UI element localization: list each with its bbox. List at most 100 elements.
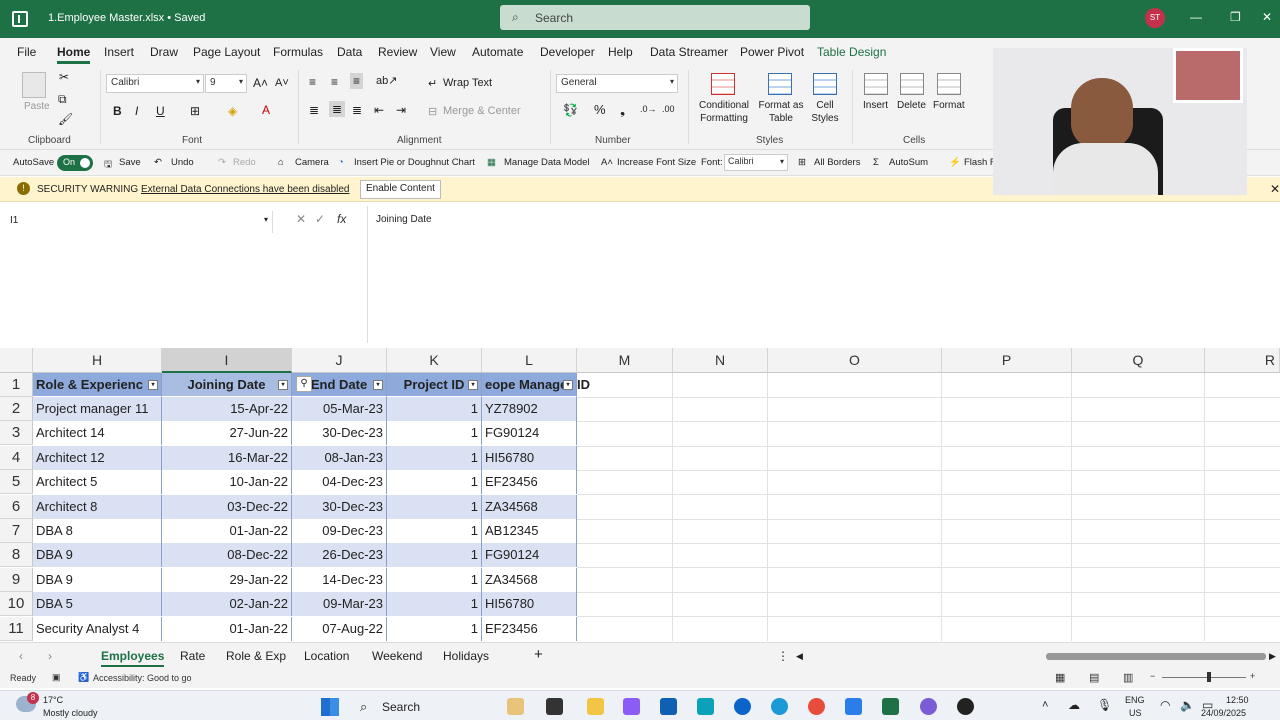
taskbar-search[interactable]: Search <box>382 700 420 714</box>
table-cell-end[interactable]: 30-Dec-23 <box>292 494 387 519</box>
copy-icon[interactable]: ⧉ <box>58 92 67 107</box>
format-as-table-button[interactable]: Format as Table <box>756 99 806 125</box>
column-header-h[interactable]: H <box>33 348 162 373</box>
page-break-view-icon[interactable]: ▥ <box>1123 671 1133 684</box>
sheet-tab-weekend[interactable]: Weekend <box>372 649 422 663</box>
table-cell-pid[interactable]: 1 <box>387 397 482 421</box>
scroll-left-icon[interactable]: ‹ <box>19 649 23 663</box>
outlook-icon[interactable] <box>660 698 677 715</box>
align-bottom-icon[interactable]: ≡ <box>350 73 364 89</box>
align-left-icon[interactable]: ≣ <box>309 103 319 117</box>
increase-font-size-button[interactable]: Increase Font Size <box>617 157 696 168</box>
column-header-m[interactable]: M <box>577 348 673 373</box>
file-explorer-icon[interactable] <box>587 698 604 715</box>
table-cell-role[interactable]: Security Analyst 4 <box>33 616 162 641</box>
menu-insert[interactable]: Insert <box>104 45 134 59</box>
column-header-l[interactable]: L <box>482 348 577 373</box>
filter-dropdown-icon[interactable]: ▾ <box>148 380 158 390</box>
zoom-slider[interactable] <box>1162 677 1246 678</box>
table-cell-mgr[interactable]: AB12345 <box>482 519 577 543</box>
table-cell-join[interactable]: 03-Dec-22 <box>162 494 292 519</box>
table-cell-end[interactable]: 05-Mar-23 <box>292 397 387 421</box>
table-cell-mgr[interactable]: HI56780 <box>482 445 577 470</box>
cell-styles-icon[interactable] <box>813 73 837 95</box>
manage-data-model-button[interactable]: Manage Data Model <box>504 157 590 168</box>
avatar[interactable]: ST <box>1145 8 1165 28</box>
sheet-tab-employees[interactable]: Employees <box>101 649 165 667</box>
table-cell-join[interactable]: 29-Jan-22 <box>162 567 292 592</box>
insert-pie-button[interactable]: Insert Pie or Doughnut Chart <box>354 157 475 168</box>
table-cell-pid[interactable]: 1 <box>387 445 482 470</box>
conditional-formatting-icon[interactable] <box>711 73 735 95</box>
table-cell-join[interactable]: 01-Jan-22 <box>162 519 292 543</box>
table-cell-role[interactable]: DBA 8 <box>33 519 162 543</box>
cancel-icon[interactable]: ✕ <box>296 212 306 226</box>
formula-input[interactable]: Joining Date <box>376 214 432 225</box>
increase-font-icon[interactable]: A˄ <box>253 76 268 90</box>
sheet-tab-role-exp[interactable]: Role & Exp <box>226 649 286 663</box>
onedrive-icon[interactable] <box>734 698 751 715</box>
horizontal-scrollbar[interactable] <box>1046 653 1266 660</box>
language-code[interactable]: ENG <box>1125 695 1145 705</box>
underline-button[interactable]: U <box>156 104 165 118</box>
row-header[interactable]: 4 <box>0 445 33 470</box>
insert-cells-icon[interactable] <box>864 73 888 95</box>
sheet-tab-holidays[interactable]: Holidays <box>443 649 489 663</box>
weather-desc[interactable]: Mostly cloudy <box>43 708 98 718</box>
paste-button[interactable]: Paste <box>24 101 50 112</box>
table-cell-join[interactable]: 27-Jun-22 <box>162 421 292 446</box>
format-painter-icon[interactable]: 🖌 <box>58 112 73 126</box>
zoom-in-icon[interactable]: + <box>1250 671 1255 681</box>
page-layout-view-icon[interactable]: ▤ <box>1089 671 1099 684</box>
hscroll-left-icon[interactable]: ◀ <box>796 651 803 662</box>
name-box[interactable]: I1 ▾ <box>5 211 273 233</box>
menu-review[interactable]: Review <box>378 45 417 59</box>
table-cell-pid[interactable]: 1 <box>387 592 482 617</box>
close-window-icon[interactable]: ✕ <box>1262 10 1272 24</box>
bold-button[interactable]: B <box>113 104 122 118</box>
table-cell-mgr[interactable]: FG90124 <box>482 421 577 446</box>
delete-cells-button[interactable]: Delete <box>897 100 926 111</box>
menu-help[interactable]: Help <box>608 45 633 59</box>
app-icon[interactable] <box>697 698 714 715</box>
redo-button[interactable]: Redo <box>233 157 256 168</box>
volume-icon[interactable]: 🔈 <box>1180 698 1195 712</box>
microphone-icon[interactable]: 🎙 <box>1097 698 1112 712</box>
spreadsheet-grid[interactable]: H I J K L M N O P Q R 1 Role & Experienc… <box>0 348 1280 641</box>
column-header-o[interactable]: O <box>768 348 942 373</box>
table-cell-join[interactable]: 10-Jan-22 <box>162 470 292 495</box>
table-cell-join[interactable]: 15-Apr-22 <box>162 397 292 421</box>
filter-dropdown-icon[interactable]: ▾ <box>373 380 383 390</box>
table-cell-role[interactable]: Project manager 11 <box>33 397 162 421</box>
security-warning-message[interactable]: External Data Connections have been disa… <box>141 184 349 195</box>
conditional-formatting-button[interactable]: Conditional Formatting <box>694 99 754 125</box>
table-cell-mgr[interactable]: YZ78902 <box>482 397 577 421</box>
task-view-icon[interactable] <box>546 698 563 715</box>
table-cell-mgr[interactable]: ZA34568 <box>482 494 577 519</box>
paste-icon[interactable] <box>22 72 46 98</box>
overflow-text-cell[interactable]: ID <box>574 373 604 397</box>
filter-dropdown-icon[interactable]: ▾ <box>563 380 573 390</box>
menu-file[interactable]: File <box>17 45 36 59</box>
table-cell-pid[interactable]: 1 <box>387 494 482 519</box>
table-cell-pid[interactable]: 1 <box>387 470 482 495</box>
insert-function-icon[interactable]: fx <box>337 212 346 226</box>
table-cell-mgr[interactable]: HI56780 <box>482 592 577 617</box>
table-cell-end[interactable]: 26-Dec-23 <box>292 543 387 568</box>
table-header-cell[interactable]: eope Manage ▾ <box>482 373 577 397</box>
wifi-icon[interactable]: ◠ <box>1160 698 1170 712</box>
weather-temp[interactable]: 17°C <box>43 695 63 705</box>
table-cell-pid[interactable]: 1 <box>387 616 482 641</box>
more-options-icon[interactable]: ⋮ <box>777 649 789 663</box>
macro-record-icon[interactable]: ▣ <box>52 672 61 683</box>
flash-fill-button[interactable]: Flash F <box>964 157 996 168</box>
format-as-table-icon[interactable] <box>768 73 792 95</box>
minimize-icon[interactable]: — <box>1190 10 1202 24</box>
align-right-icon[interactable]: ≣ <box>352 103 362 117</box>
row-header[interactable]: 6 <box>0 494 33 519</box>
table-cell-join[interactable]: 16-Mar-22 <box>162 445 292 470</box>
column-header-p[interactable]: P <box>942 348 1072 373</box>
align-middle-icon[interactable]: ≡ <box>331 75 338 89</box>
save-button[interactable]: Save <box>119 157 141 168</box>
comma-icon[interactable]: ❟ <box>620 102 625 118</box>
